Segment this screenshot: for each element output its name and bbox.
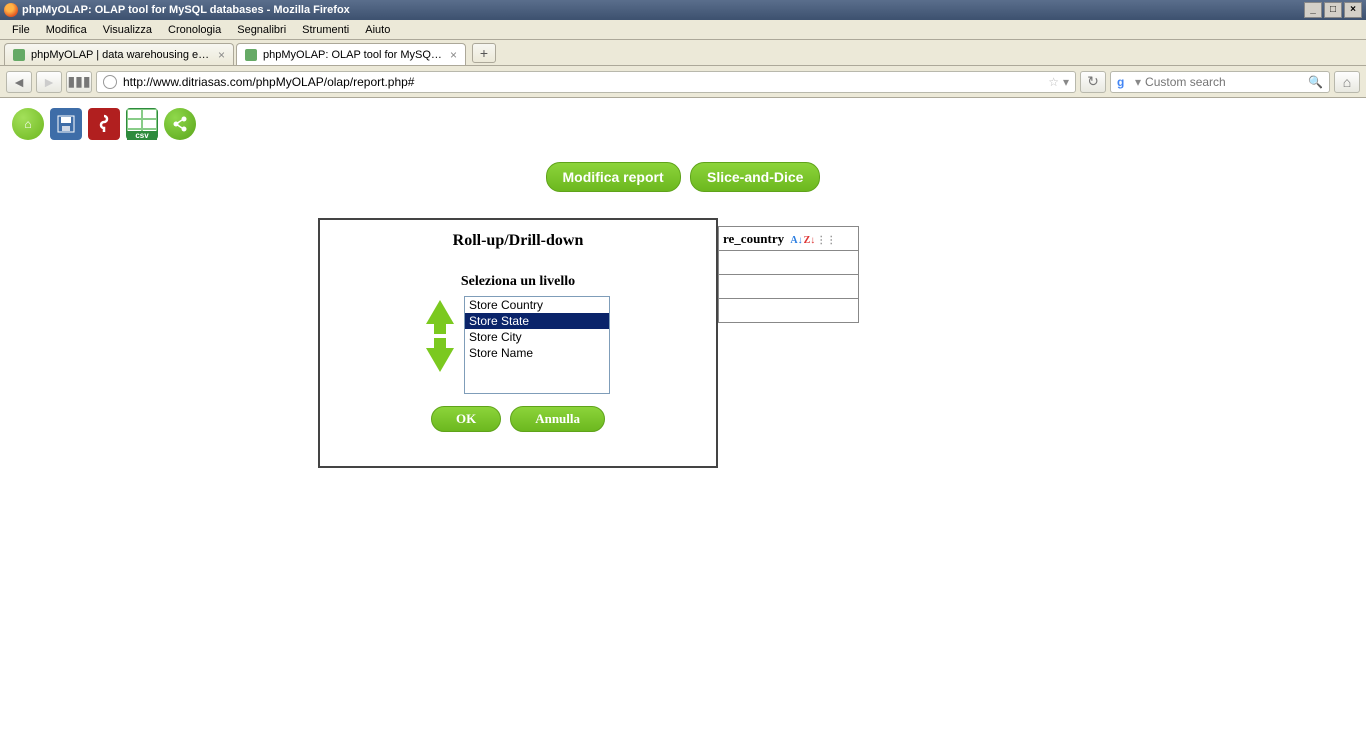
home-icon[interactable]: ⌂ [12, 108, 44, 140]
sort-asc-icon[interactable]: A↓ [790, 235, 802, 246]
menu-bar: File Modifica Visualizza Cronologia Segn… [0, 20, 1366, 40]
table-cell [719, 299, 859, 323]
search-field[interactable]: ▾ 🔍 [1110, 71, 1330, 93]
level-option[interactable]: Store State [465, 313, 609, 329]
sort-desc-icon[interactable]: Z↓ [804, 235, 816, 246]
dropdown-icon[interactable]: ▾ [1063, 75, 1069, 89]
forward-button[interactable]: ► [36, 71, 62, 93]
url-field[interactable]: ☆ ▾ [96, 71, 1076, 93]
site-identity-icon [103, 75, 117, 89]
minimize-button[interactable]: _ [1304, 2, 1322, 18]
reload-button[interactable]: ↻ [1080, 71, 1106, 93]
slice-dice-button[interactable]: Slice-and-Dice [690, 162, 820, 192]
drilldown-arrow-icon[interactable] [426, 348, 454, 372]
bookmark-star-icon[interactable]: ☆ [1048, 75, 1059, 89]
action-buttons: Modifica report Slice-and-Dice [0, 162, 1366, 192]
search-dropdown-icon[interactable]: ▾ [1135, 75, 1141, 89]
excel-icon[interactable]: csv [126, 108, 158, 140]
modify-report-button[interactable]: Modifica report [546, 162, 681, 192]
window-titlebar: phpMyOLAP: OLAP tool for MySQL databases… [0, 0, 1366, 20]
firefox-icon [4, 3, 18, 17]
window-title: phpMyOLAP: OLAP tool for MySQL databases… [22, 4, 350, 16]
search-input[interactable] [1145, 75, 1308, 89]
tab-close-icon[interactable]: × [450, 48, 457, 62]
table-cell [719, 251, 859, 275]
tab-strip: phpMyOLAP | data warehousing e analisi .… [0, 40, 1366, 66]
pdf-icon[interactable] [88, 108, 120, 140]
navigation-bar: ◄ ► ▮▮▮ ☆ ▾ ↻ ▾ 🔍 ⌂ [0, 66, 1366, 98]
dialog-title: Roll-up/Drill-down [332, 232, 704, 250]
google-icon [1117, 75, 1131, 89]
rollup-dialog: Roll-up/Drill-down Seleziona un livello … [318, 218, 718, 468]
share-icon[interactable] [164, 108, 196, 140]
level-option[interactable]: Store City [465, 329, 609, 345]
cancel-button[interactable]: Annulla [510, 406, 605, 432]
menu-edit[interactable]: Modifica [38, 22, 95, 38]
tab-0[interactable]: phpMyOLAP | data warehousing e analisi .… [4, 43, 234, 65]
new-tab-button[interactable]: + [472, 43, 496, 63]
tab-label: phpMyOLAP: OLAP tool for MySQL datab... [263, 49, 444, 61]
page-content: ⌂ csv Modifica report Slice-and-Dice re_… [0, 98, 1366, 742]
rollup-arrow-icon[interactable] [426, 300, 454, 324]
dialog-subtitle: Seleziona un livello [332, 274, 704, 290]
back-button[interactable]: ◄ [6, 71, 32, 93]
column-header[interactable]: re_country A↓ Z↓ ⋮⋮ [719, 227, 859, 251]
search-go-icon[interactable]: 🔍 [1308, 75, 1323, 89]
menu-tools[interactable]: Strumenti [294, 22, 357, 38]
ok-button[interactable]: OK [431, 406, 501, 432]
close-button[interactable]: × [1344, 2, 1362, 18]
report-table: re_country A↓ Z↓ ⋮⋮ [718, 226, 859, 323]
save-icon[interactable] [50, 108, 82, 140]
tab-favicon [245, 49, 257, 61]
sort-clear-icon[interactable]: ⋮⋮ [816, 235, 836, 246]
menu-help[interactable]: Aiuto [357, 22, 398, 38]
activity-button[interactable]: ▮▮▮ [66, 71, 92, 93]
level-select[interactable]: Store Country Store State Store City Sto… [464, 296, 610, 394]
level-option[interactable]: Store Country [465, 297, 609, 313]
column-header-text: re_country [723, 231, 784, 246]
report-toolbar: ⌂ csv [0, 98, 1366, 150]
url-input[interactable] [123, 75, 1044, 89]
tab-1[interactable]: phpMyOLAP: OLAP tool for MySQL datab... … [236, 43, 466, 65]
tab-favicon [13, 49, 25, 61]
tab-close-icon[interactable]: × [218, 48, 225, 62]
level-option[interactable]: Store Name [465, 345, 609, 361]
tab-label: phpMyOLAP | data warehousing e analisi .… [31, 49, 212, 61]
menu-view[interactable]: Visualizza [95, 22, 160, 38]
table-cell [719, 275, 859, 299]
menu-history[interactable]: Cronologia [160, 22, 229, 38]
maximize-button[interactable]: □ [1324, 2, 1342, 18]
menu-bookmarks[interactable]: Segnalibri [229, 22, 294, 38]
home-button[interactable]: ⌂ [1334, 71, 1360, 93]
menu-file[interactable]: File [4, 22, 38, 38]
